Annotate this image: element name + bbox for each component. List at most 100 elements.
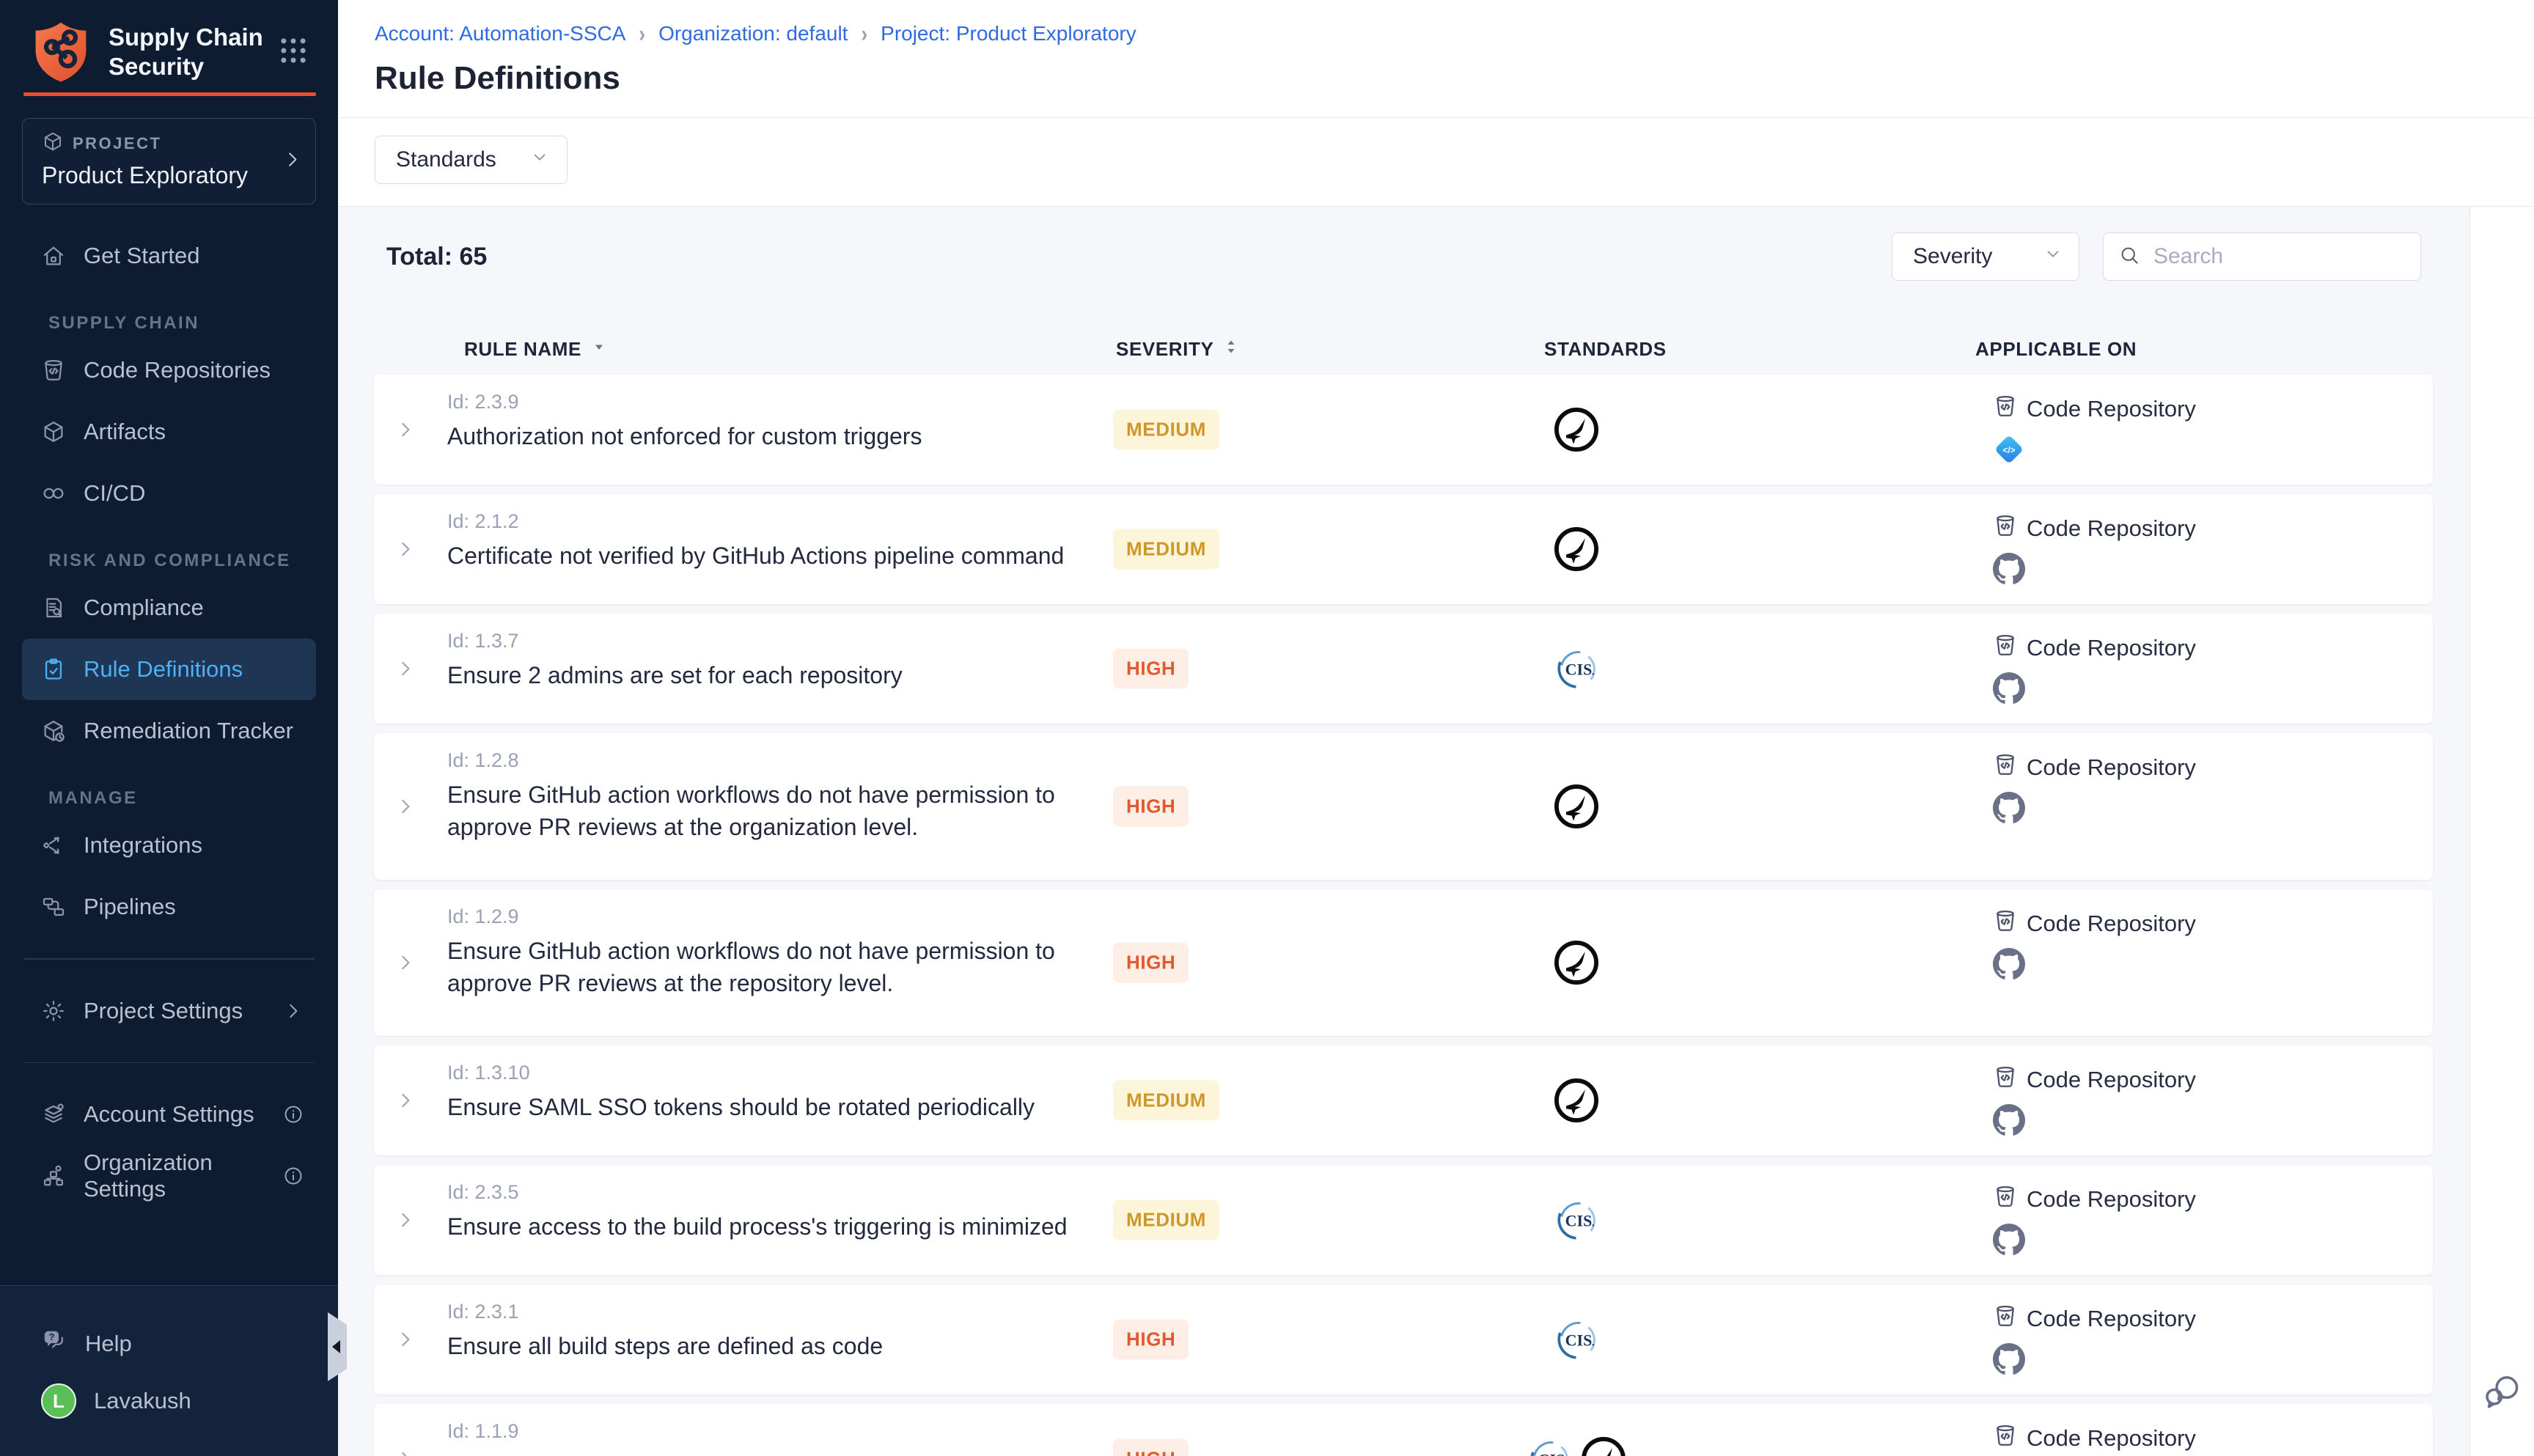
chat-support-icon[interactable] (2483, 1372, 2522, 1415)
table-row[interactable]: Id: 1.1.9HIGHCISCode Repository (374, 1404, 2433, 1456)
breadcrumb-project[interactable]: Project: Product Exploratory (881, 22, 1136, 45)
provider-github-icon (1993, 1224, 2196, 1260)
sidebar-item-label: Code Repositories (84, 357, 271, 383)
help-icon: ? (41, 1328, 67, 1360)
row-expander-icon[interactable] (394, 1328, 416, 1350)
sidebar-item-label: Artifacts (84, 419, 166, 445)
provider-github-icon (1993, 1104, 2196, 1140)
code-repo-icon (41, 358, 66, 383)
cis-standard-icon: CIS (1553, 645, 1600, 692)
artifacts-icon (41, 419, 66, 444)
sidebar-item-code-repositories[interactable]: Code Repositories (22, 339, 316, 401)
sidebar-item-account-settings[interactable]: Account Settings (22, 1084, 316, 1145)
collapse-arrow-icon (332, 1340, 340, 1353)
sidebar: Supply Chain Security PROJECT Product Ex… (0, 0, 338, 1456)
project-selector-header: PROJECT (42, 130, 274, 156)
sidebar-item-compliance[interactable]: Compliance (22, 577, 316, 639)
table-row[interactable]: Id: 2.1.2Certificate not verified by Git… (374, 494, 2433, 604)
row-expander-icon[interactable] (394, 952, 416, 974)
integrations-icon (41, 833, 66, 858)
code-icon: </> (1993, 433, 2025, 469)
sidebar-item-pipelines[interactable]: Pipelines (22, 876, 316, 938)
sidebar-item-ci-cd[interactable]: CI/CD (22, 463, 316, 524)
row-expander-icon[interactable] (394, 419, 416, 441)
standards-cell (1496, 406, 1657, 453)
table-row[interactable]: Id: 1.3.10Ensure SAML SSO tokens should … (374, 1045, 2433, 1155)
severity-badge: HIGH (1113, 943, 1189, 983)
sidebar-nav: Get Started SUPPLY CHAIN Code Repositories… (0, 205, 338, 1207)
applicable-label: Code Repository (2027, 396, 2196, 422)
pipelines-icon (41, 894, 66, 919)
column-label: RULE NAME (464, 338, 581, 361)
sidebar-item-integrations[interactable]: Integrations (22, 815, 316, 876)
table-row[interactable]: Id: 2.3.9Authorization not enforced for … (374, 375, 2433, 485)
github-icon (1993, 1343, 2025, 1379)
row-expander-icon[interactable] (394, 658, 416, 680)
sidebar-item-artifacts[interactable]: Artifacts (22, 401, 316, 463)
applicable-label: Code Repository (2027, 515, 2196, 542)
provider-github-icon (1993, 1343, 2196, 1379)
sort-both-icon (1222, 338, 1240, 361)
breadcrumb: Account: Automation-SSCA › Organization:… (375, 22, 2534, 45)
sidebar-item-project-settings[interactable]: Project Settings (22, 980, 316, 1042)
search-input[interactable] (2152, 243, 2406, 270)
applicable-label: Code Repository (2027, 1306, 2196, 1332)
breadcrumb-account[interactable]: Account: Automation-SSCA (375, 22, 625, 45)
breadcrumb-separator-icon: › (861, 20, 867, 47)
applicable-on-cell: Code Repository (1993, 633, 2196, 708)
module-switcher-icon[interactable] (278, 35, 309, 70)
column-header-severity[interactable]: SEVERITY (1116, 338, 1240, 361)
severity-badge: MEDIUM (1113, 410, 1219, 450)
sidebar-item-user[interactable]: L Lavakush (22, 1372, 316, 1430)
nav-section-supply-chain: SUPPLY CHAIN (48, 313, 316, 334)
svg-text:CIS: CIS (1538, 1451, 1565, 1456)
applicable-on-cell: Code Repository (1993, 513, 2196, 589)
rule-title: Ensure access to the build process's tri… (447, 1210, 1114, 1243)
rule-id: Id: 2.3.1 (447, 1301, 519, 1323)
info-icon (282, 1103, 304, 1125)
user-name: Lavakush (94, 1388, 191, 1414)
total-count: Total: 65 (386, 243, 487, 271)
row-expander-icon[interactable] (394, 1089, 416, 1111)
remediation-icon (41, 718, 66, 743)
cicd-icon (41, 481, 66, 506)
severity-filter-dropdown[interactable]: Severity (1892, 232, 2079, 281)
table-row[interactable]: Id: 1.3.7Ensure 2 admins are set for eac… (374, 614, 2433, 724)
applicable-target: Code Repository (1993, 1423, 2196, 1454)
sidebar-item-rule-definitions[interactable]: Rule Definitions (22, 639, 316, 700)
applicable-target: Code Repository (1993, 633, 2196, 663)
table-row[interactable]: Id: 1.2.9Ensure GitHub action workflows … (374, 889, 2433, 1036)
sidebar-item-help[interactable]: ? Help (22, 1315, 316, 1372)
toolbar-right: Severity (1892, 232, 2421, 281)
standards-filter-dropdown[interactable]: Standards (375, 136, 568, 184)
table-row[interactable]: Id: 1.2.8Ensure GitHub action workflows … (374, 733, 2433, 880)
nav-divider (23, 958, 315, 960)
row-expander-icon[interactable] (394, 1209, 416, 1231)
column-header-rule-name[interactable]: RULE NAME (464, 338, 608, 361)
table-row[interactable]: Id: 2.3.1Ensure all build steps are defi… (374, 1284, 2433, 1394)
applicable-on-cell: Code Repository</> (1993, 394, 2196, 469)
cis-standard-icon: CIS (1526, 1435, 1573, 1456)
applicable-label: Code Repository (2027, 754, 2196, 781)
org-icon (41, 1163, 66, 1188)
table-row[interactable]: Id: 2.3.5Ensure access to the build proc… (374, 1165, 2433, 1275)
row-expander-icon[interactable] (394, 538, 416, 560)
severity-badge: HIGH (1113, 1439, 1189, 1456)
sidebar-item-get-started[interactable]: Get Started (22, 225, 316, 287)
breadcrumb-organization[interactable]: Organization: default (658, 22, 848, 45)
table-toolbar: Total: 65 Severity (374, 232, 2433, 281)
nav-divider (23, 1062, 315, 1064)
project-selector[interactable]: PROJECT Product Exploratory (22, 118, 316, 205)
page-title: Rule Definitions (375, 60, 2534, 117)
sidebar-item-remediation-tracker[interactable]: Remediation Tracker (22, 700, 316, 762)
sidebar-item-organization-settings[interactable]: Organization Settings (22, 1145, 316, 1207)
right-gutter (2469, 207, 2534, 1456)
code-repository-icon (1993, 1423, 2018, 1454)
provider-github-icon (1993, 792, 2196, 828)
applicable-target: Code Repository (1993, 908, 2196, 939)
breadcrumb-separator-icon: › (639, 20, 645, 47)
applicable-label: Code Repository (2027, 911, 2196, 937)
chevron-down-icon (530, 147, 549, 172)
row-expander-icon[interactable] (394, 795, 416, 817)
row-expander-icon[interactable] (394, 1448, 416, 1456)
